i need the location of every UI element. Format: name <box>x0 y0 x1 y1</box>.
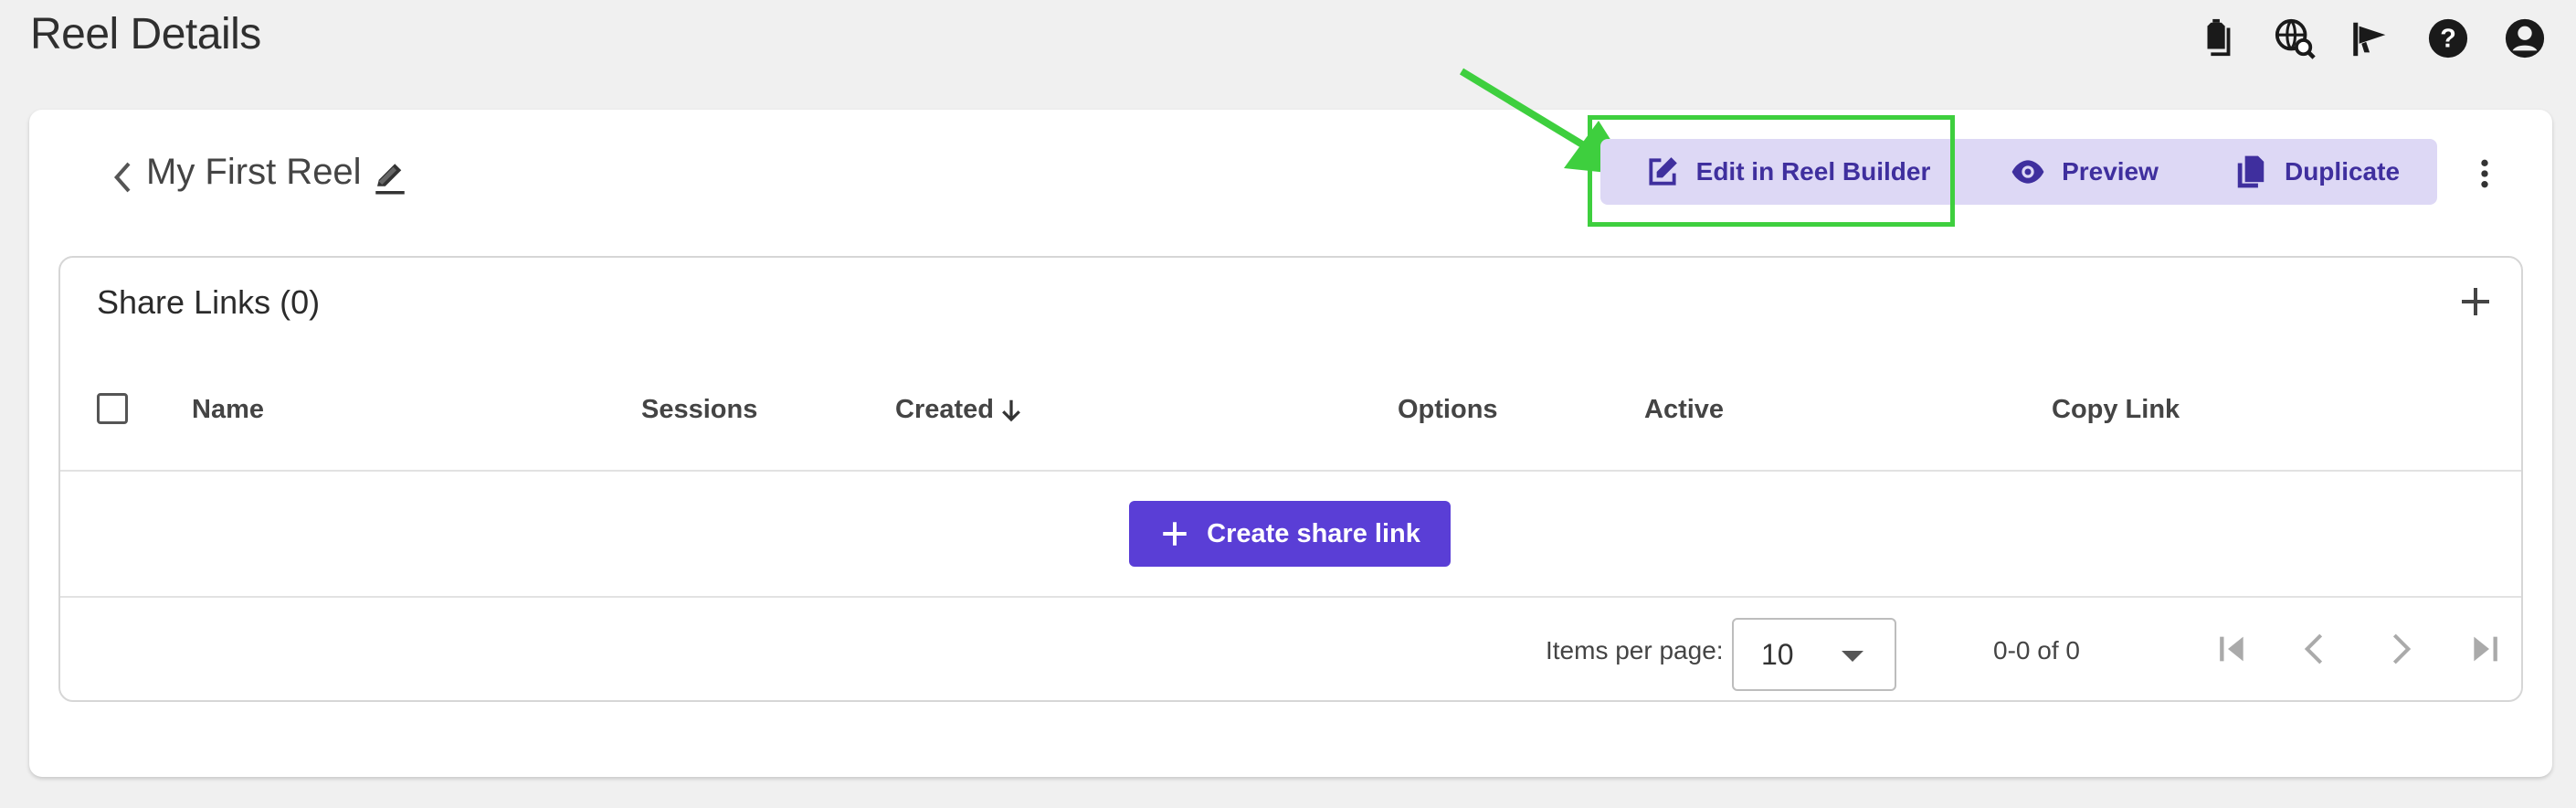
first-page-button[interactable] <box>2207 623 2258 675</box>
select-all-checkbox[interactable] <box>97 393 128 424</box>
edit-icon <box>1649 157 1677 186</box>
announcement-icon[interactable] <box>2346 13 2397 64</box>
eye-icon <box>2011 160 2044 184</box>
items-per-page-select[interactable]: 10 <box>1732 618 1896 691</box>
next-page-button[interactable] <box>2375 623 2426 675</box>
more-options-button[interactable] <box>2459 148 2510 199</box>
add-share-link-button[interactable] <box>2450 276 2501 327</box>
pencil-icon[interactable] <box>371 159 409 197</box>
svg-text:?: ? <box>2440 25 2456 54</box>
duplicate-button[interactable]: Duplicate <box>2196 139 2437 205</box>
share-links-title: Share Links (0) <box>97 283 321 321</box>
create-share-link-label: Create share link <box>1207 518 1420 548</box>
previous-page-button[interactable] <box>2289 623 2340 675</box>
column-header-created-label: Created <box>895 395 994 424</box>
items-per-page-value: 10 <box>1761 638 1794 671</box>
preview-button[interactable]: Preview <box>1960 139 2209 205</box>
chevron-right-icon <box>2392 633 2412 664</box>
column-header-sessions[interactable]: Sessions <box>641 395 757 425</box>
edit-in-reel-builder-button[interactable]: Edit in Reel Builder <box>1600 139 1975 205</box>
last-page-icon <box>2474 636 2497 662</box>
duplicate-button-label: Duplicate <box>2284 157 2401 186</box>
clipboard-icon[interactable] <box>2192 13 2243 64</box>
items-per-page-label: Items per page: <box>1546 636 1724 664</box>
column-header-name[interactable]: Name <box>192 395 264 425</box>
last-page-button[interactable] <box>2459 623 2510 675</box>
edit-button-label: Edit in Reel Builder <box>1695 157 1931 186</box>
column-header-active: Active <box>1644 395 1725 424</box>
empty-state-row: Create share link <box>60 472 2521 598</box>
create-share-link-button[interactable]: Create share link <box>1129 501 1451 567</box>
reel-name: My First Reel <box>146 152 362 192</box>
top-toolbar: ? <box>2192 13 2550 64</box>
column-header-copy-link: Copy Link <box>2052 395 2180 424</box>
back-button[interactable] <box>99 152 150 203</box>
arrow-down-icon <box>1002 399 1020 421</box>
account-icon[interactable] <box>2499 13 2550 64</box>
table-header-row: Name Sessions Created Options Active Cop… <box>60 367 2521 472</box>
caret-down-icon <box>1842 651 1863 662</box>
preview-button-label: Preview <box>2062 157 2159 186</box>
more-vertical-icon <box>2481 159 2488 188</box>
globe-search-icon[interactable] <box>2269 13 2320 64</box>
plus-icon <box>1163 522 1187 546</box>
page-title: Reel Details <box>30 10 261 58</box>
plus-icon <box>2462 288 2489 315</box>
chevron-left-icon <box>113 162 131 193</box>
share-links-panel: Share Links (0) Name Sessions Created Op… <box>58 256 2523 702</box>
help-icon[interactable]: ? <box>2423 13 2474 64</box>
duplicate-icon <box>2237 155 2265 188</box>
column-header-created[interactable]: Created <box>895 395 1025 425</box>
first-page-icon <box>2220 636 2243 662</box>
chevron-left-icon <box>2304 633 2323 664</box>
page-range-label: 0-0 of 0 <box>1993 636 2080 664</box>
paginator: Items per page: 10 0-0 of 0 <box>60 598 2521 702</box>
reel-details-card: My First Reel Edit in Reel Builder Previ… <box>29 68 2552 777</box>
column-header-options: Options <box>1398 395 1498 424</box>
